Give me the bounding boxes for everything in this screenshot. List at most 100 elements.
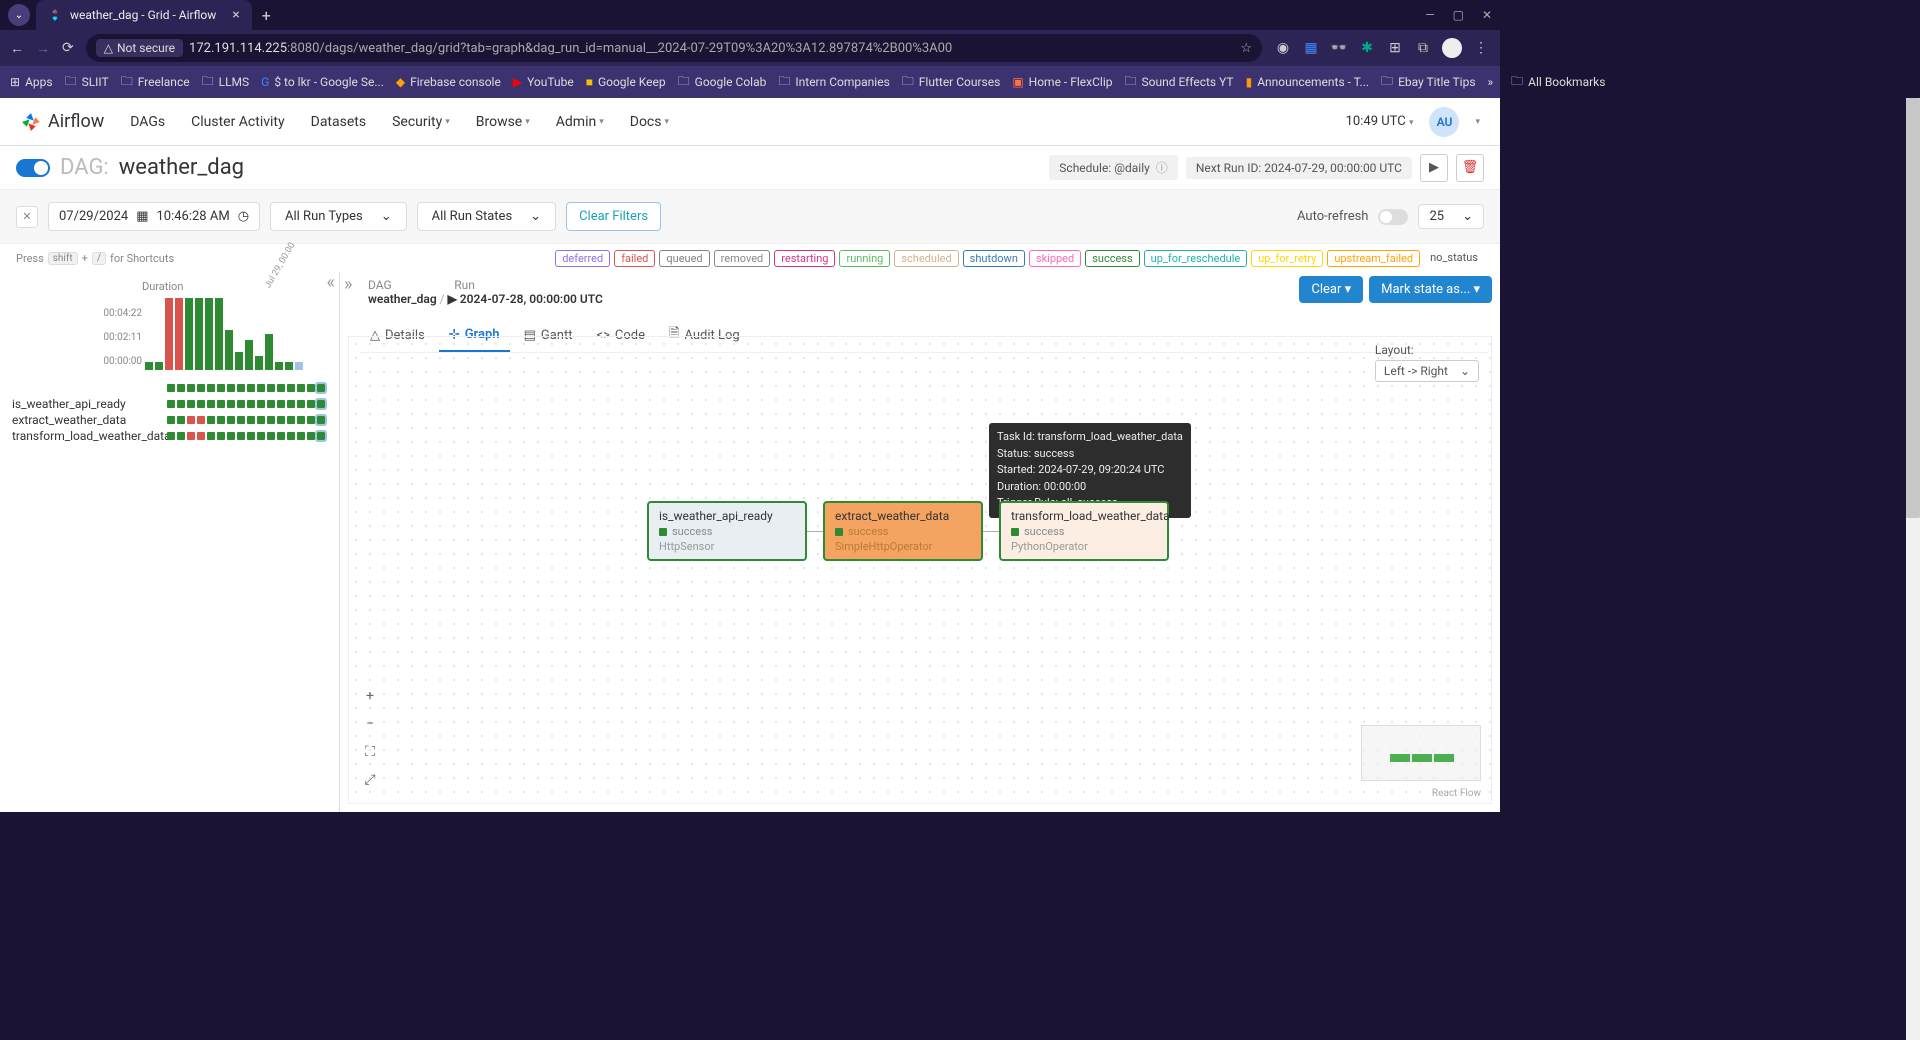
grid-cell[interactable] — [307, 400, 315, 408]
maximize-icon[interactable]: ▢ — [1453, 8, 1464, 22]
grid-cell[interactable] — [317, 400, 325, 408]
bookmark-item[interactable]: ▣Home - FlexClip — [1012, 75, 1112, 89]
grid-cell[interactable] — [167, 432, 175, 440]
grid-bar[interactable] — [225, 330, 233, 370]
grid-cell[interactable] — [207, 416, 215, 424]
grid-bar[interactable] — [275, 362, 283, 370]
bookmark-folder[interactable]: 🗀Flutter Courses — [902, 72, 1001, 93]
grid-cell[interactable] — [217, 384, 225, 392]
grid-cell[interactable] — [167, 384, 175, 392]
clear-button[interactable]: Clear ▾ — [1299, 276, 1363, 303]
not-secure-chip[interactable]: △ Not secure — [96, 39, 183, 57]
tab-search-icon[interactable]: ⌄ — [8, 4, 30, 26]
bookmarks-overflow-icon[interactable]: » — [1488, 75, 1494, 89]
grid-bar[interactable] — [285, 362, 293, 370]
grid-cell[interactable] — [307, 416, 315, 424]
legend-queued[interactable]: queued — [659, 250, 709, 267]
delete-dag-button[interactable]: 🗑 — [1456, 154, 1484, 182]
bookmark-folder[interactable]: 🗀Google Colab — [678, 72, 767, 93]
grid-cell[interactable] — [277, 384, 285, 392]
grid-cell[interactable] — [277, 432, 285, 440]
grid-bar[interactable] — [185, 298, 193, 370]
grid-cell[interactable] — [267, 400, 275, 408]
grid-bar[interactable] — [255, 356, 263, 370]
grid-cell[interactable] — [287, 400, 295, 408]
grid-cell[interactable] — [217, 432, 225, 440]
grid-cell[interactable] — [227, 400, 235, 408]
run-states-dropdown[interactable]: All Run States⌄ — [417, 202, 556, 231]
nav-security[interactable]: Security▾ — [392, 114, 450, 130]
grid-cell[interactable] — [197, 400, 205, 408]
nav-dags[interactable]: DAGs — [130, 114, 165, 130]
bookmark-folder[interactable]: 🗀Sound Effects YT — [1124, 72, 1233, 93]
grid-cell[interactable] — [247, 416, 255, 424]
grid-cell[interactable] — [177, 432, 185, 440]
grid-cell[interactable] — [317, 432, 325, 440]
user-avatar[interactable]: AU — [1429, 107, 1459, 137]
grid-cell[interactable] — [197, 384, 205, 392]
grid-cell[interactable] — [177, 400, 185, 408]
legend-shutdown[interactable]: shutdown — [963, 250, 1025, 267]
legend-success[interactable]: success — [1085, 250, 1139, 267]
grid-cell[interactable] — [207, 384, 215, 392]
grid-cell[interactable] — [167, 416, 175, 424]
apps-icon[interactable]: ⊞ Apps — [10, 75, 53, 89]
user-menu-chevron-icon[interactable]: ▾ — [1475, 117, 1480, 127]
bookmark-folder[interactable]: 🗀Ebay Title Tips — [1381, 72, 1475, 93]
grid-cell[interactable] — [177, 416, 185, 424]
legend-skipped[interactable]: skipped — [1029, 250, 1081, 267]
schedule-pill[interactable]: Schedule: @dailyⓘ — [1049, 155, 1178, 180]
new-tab-icon[interactable]: + — [262, 6, 271, 25]
breadcrumb-dag[interactable]: weather_dag — [368, 292, 437, 306]
trigger-dag-button[interactable]: ▶ — [1420, 154, 1448, 182]
zoom-in-icon[interactable]: + — [359, 685, 381, 707]
grid-cell[interactable] — [177, 384, 185, 392]
header-time[interactable]: 10:49 UTC ▾ — [1346, 114, 1414, 129]
grid-cell[interactable] — [297, 416, 305, 424]
grid-cell[interactable] — [297, 384, 305, 392]
grid-cell[interactable] — [287, 384, 295, 392]
grid-bar[interactable] — [195, 298, 203, 370]
bookmark-folder[interactable]: 🗀SLIIT — [65, 72, 109, 93]
mark-state-button[interactable]: Mark state as... ▾ — [1369, 276, 1492, 303]
grid-cell[interactable] — [257, 416, 265, 424]
grid-cell[interactable] — [307, 384, 315, 392]
grid-cell[interactable] — [197, 432, 205, 440]
legend-deferred[interactable]: deferred — [555, 250, 610, 267]
bookmark-folder[interactable]: 🗀Freelance — [121, 72, 190, 93]
grid-cell[interactable] — [257, 384, 265, 392]
extensions-menu-icon[interactable]: ⧉ — [1414, 39, 1432, 57]
graph-canvas[interactable]: Layout: Left -> Right⌄ Task Id: transfor… — [348, 336, 1492, 804]
bookmark-item[interactable]: ■Google Keep — [586, 75, 666, 89]
grid-cell[interactable] — [297, 400, 305, 408]
grid-bar[interactable] — [175, 298, 183, 370]
back-icon[interactable]: ← — [10, 40, 24, 57]
legend-scheduled[interactable]: scheduled — [894, 250, 958, 267]
limit-dropdown[interactable]: 25⌄ — [1418, 204, 1484, 229]
close-tab-icon[interactable]: × — [232, 7, 239, 23]
graph-node[interactable]: transform_load_weather_data success Pyth… — [999, 501, 1169, 561]
legend-restarting[interactable]: restarting — [774, 250, 835, 267]
minimap[interactable] — [1361, 725, 1481, 781]
vertical-scrollbar[interactable] — [1906, 98, 1920, 1040]
expand-detail-icon[interactable]: » — [344, 274, 352, 295]
layout-select[interactable]: Left -> Right⌄ — [1375, 360, 1479, 382]
grid-cell[interactable] — [277, 400, 285, 408]
grid-cell[interactable] — [267, 416, 275, 424]
grid-cell[interactable] — [207, 432, 215, 440]
grid-bar[interactable] — [215, 298, 223, 370]
legend-up_for_retry[interactable]: up_for_retry — [1251, 250, 1323, 267]
grid-cell[interactable] — [287, 416, 295, 424]
bookmark-folder[interactable]: 🗀LLMS — [202, 72, 250, 93]
legend-running[interactable]: running — [839, 250, 890, 267]
grid-cell[interactable] — [247, 400, 255, 408]
airflow-logo[interactable]: Airflow — [20, 111, 104, 133]
extension-icon[interactable]: ✱ — [1358, 39, 1376, 57]
grid-cell[interactable] — [197, 416, 205, 424]
graph-node[interactable]: is_weather_api_ready success HttpSensor — [647, 501, 807, 561]
expand-icon[interactable]: ⤢ — [359, 769, 381, 791]
bookmark-item[interactable]: ▶YouTube — [513, 75, 574, 89]
grid-cell[interactable] — [167, 400, 175, 408]
grid-cell[interactable] — [257, 432, 265, 440]
grid-cell[interactable] — [227, 432, 235, 440]
